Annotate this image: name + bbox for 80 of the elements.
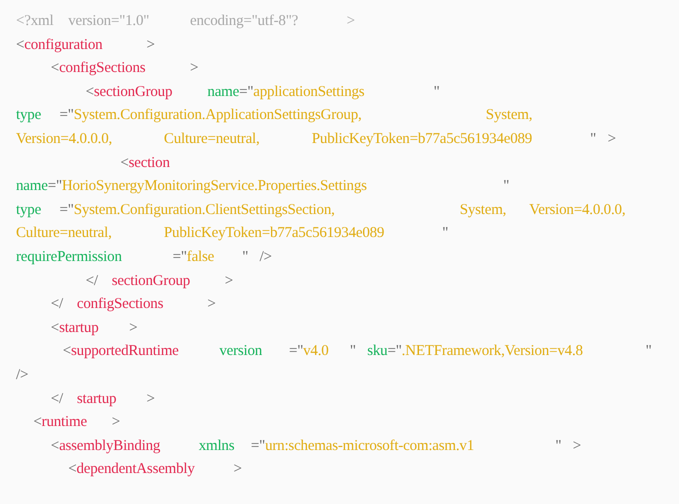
punctuation: =" <box>60 202 74 218</box>
attribute-name: requirePermission <box>16 248 122 265</box>
attribute-name: version <box>219 343 262 360</box>
attribute-value: Version=4.0.0.0, <box>16 130 112 147</box>
punctuation: =" <box>387 343 402 360</box>
attribute-name: type <box>16 202 42 218</box>
tag-name: configuration <box>24 36 102 53</box>
punctuation: > <box>608 130 616 147</box>
xml-declaration: <?xml <box>16 13 54 29</box>
punctuation: < <box>120 154 129 171</box>
attribute-value: applicationSettings <box>253 84 364 100</box>
attribute-name: sku <box>367 343 388 360</box>
punctuation: =" <box>60 107 74 124</box>
punctuation: > <box>190 60 198 76</box>
tag-name: configSections <box>59 60 146 76</box>
punctuation: " <box>590 130 596 147</box>
attribute-value: .NETFramework,Version=v4.8 <box>402 343 583 360</box>
punctuation: " <box>646 343 652 360</box>
attribute-value: System, <box>460 202 506 218</box>
attribute-value: v4.0 <box>303 343 329 360</box>
attribute-value: Culture=neutral, <box>16 225 112 242</box>
attribute-value: Version=4.0.0.0, <box>529 202 626 218</box>
punctuation: > <box>146 390 155 406</box>
tag-name: dependentAssembly <box>76 461 195 478</box>
tag-name: section <box>128 154 170 171</box>
attribute-value: System.Configuration.ApplicationSettingsGroup, <box>74 107 362 124</box>
punctuation: " <box>503 178 510 194</box>
tag-name: runtime <box>42 414 87 430</box>
tag-name: startup <box>59 320 98 336</box>
attribute-value: urn:schemas-microsoft-com:asm.v1 <box>265 438 474 454</box>
xml-declaration: > <box>346 13 355 29</box>
punctuation: " <box>442 225 448 242</box>
punctuation: < <box>86 84 94 100</box>
xml-declaration: version="1.0" <box>68 13 150 29</box>
attribute-value: System.Configuration.ClientSettingsSection, <box>74 202 335 218</box>
tag-name: configSections <box>76 296 164 312</box>
attribute-value: System, <box>486 107 532 124</box>
punctuation: > <box>224 272 234 289</box>
punctuation: > <box>112 414 120 430</box>
punctuation: =" <box>172 248 187 265</box>
punctuation: > <box>146 36 155 53</box>
punctuation: =" <box>288 343 304 360</box>
punctuation: </ <box>50 390 64 406</box>
punctuation: < <box>68 461 76 478</box>
punctuation: > <box>572 438 582 454</box>
punctuation: < <box>16 36 24 53</box>
attribute-value: Culture=neutral, <box>164 130 260 147</box>
punctuation: > <box>207 296 216 312</box>
punctuation: /> <box>16 366 28 383</box>
attribute-value: PublicKeyToken=b77a5c561934e089 <box>312 130 532 147</box>
punctuation: > <box>233 461 242 478</box>
tag-name: sectionGroup <box>112 272 190 289</box>
punctuation: < <box>33 414 42 430</box>
punctuation: </ <box>86 272 98 289</box>
tag-name: assemblyBinding <box>59 438 160 454</box>
attribute-name: type <box>16 107 42 124</box>
punctuation: < <box>50 60 60 76</box>
attribute-value: HorioSynergyMonitoringService.Properties.Settings <box>62 178 367 194</box>
punctuation: =" <box>48 178 62 194</box>
punctuation: < <box>50 438 60 454</box>
punctuation: " <box>242 248 248 265</box>
punctuation: =" <box>250 438 266 454</box>
attribute-value: false <box>186 248 214 265</box>
punctuation: </ <box>50 296 64 312</box>
xml-declaration: encoding="utf-8"? <box>190 13 298 29</box>
attribute-value: PublicKeyToken=b77a5c561934e089 <box>164 225 384 242</box>
tag-name: startup <box>76 390 116 406</box>
tag-name: sectionGroup <box>94 84 172 100</box>
attribute-name: name <box>16 178 48 194</box>
attribute-name: name <box>207 84 240 100</box>
punctuation: " <box>434 84 440 100</box>
tag-name: supportedRuntime <box>71 343 179 360</box>
punctuation: < <box>50 320 60 336</box>
punctuation: > <box>129 320 138 336</box>
punctuation: /> <box>260 248 272 265</box>
punctuation: =" <box>239 84 254 100</box>
punctuation: " <box>555 438 562 454</box>
attribute-name: xmlns <box>198 438 234 454</box>
punctuation: " <box>350 343 356 360</box>
punctuation: < <box>62 343 72 360</box>
